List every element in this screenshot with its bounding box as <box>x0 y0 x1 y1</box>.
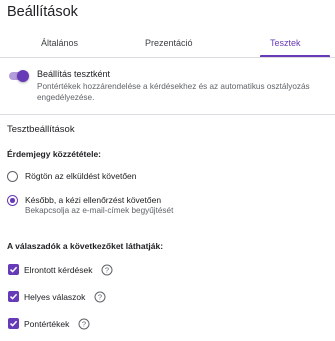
radio-sublabel: Bekapcsolja az e-mail-címek begyűjtését <box>25 206 174 215</box>
correct-answers-option[interactable]: Helyes válaszok ? <box>8 291 208 305</box>
tab-general[interactable]: Általános <box>41 38 78 48</box>
toggle-knob <box>17 70 29 82</box>
divider <box>0 114 335 115</box>
radio-button[interactable] <box>7 171 18 182</box>
checkbox-label: Helyes válaszok <box>24 292 86 302</box>
check-icon <box>9 293 18 300</box>
make-quiz-toggle[interactable] <box>7 70 29 82</box>
respondent-can-see-heading: A válaszadók a következőket láthatják: <box>7 241 164 251</box>
radio-button-selected[interactable] <box>7 195 18 206</box>
radio-label: Rögtön az elküldést követően <box>25 171 137 181</box>
page-title: Beállítások <box>7 4 78 20</box>
checkbox-label: Elrontott kérdések <box>24 265 93 275</box>
svg-text:?: ? <box>82 319 86 328</box>
checkbox-checked[interactable] <box>8 264 19 275</box>
tab-quizzes[interactable]: Tesztek <box>270 38 301 48</box>
make-quiz-description: Pontértékek hozzárendelése a kérdésekhez… <box>37 82 310 102</box>
help-circle-icon[interactable]: ? <box>78 318 90 330</box>
svg-text:?: ? <box>105 265 109 274</box>
make-quiz-label: Beállítás tesztként <box>37 69 111 79</box>
check-icon <box>9 320 18 327</box>
help-circle-icon[interactable]: ? <box>101 264 113 276</box>
tab-presentation[interactable]: Prezentáció <box>145 38 193 48</box>
release-grade-heading: Érdemjegy közzététele: <box>7 149 102 159</box>
checkbox-label: Pontértékek <box>24 319 70 329</box>
point-values-option[interactable]: Pontértékek ? <box>8 318 208 332</box>
check-icon <box>9 266 18 273</box>
help-circle-icon[interactable]: ? <box>94 291 106 303</box>
svg-text:?: ? <box>98 292 102 301</box>
checkbox-checked[interactable] <box>8 318 19 329</box>
quiz-settings-title: Tesztbeállítások <box>7 124 75 135</box>
divider <box>0 57 335 58</box>
radio-label: Később, a kézi ellenőrzést követően <box>25 195 162 205</box>
checkbox-checked[interactable] <box>8 291 19 302</box>
tab-bar: Általános Prezentáció Tesztek <box>0 30 335 58</box>
missed-questions-option[interactable]: Elrontott kérdések ? <box>8 264 208 278</box>
